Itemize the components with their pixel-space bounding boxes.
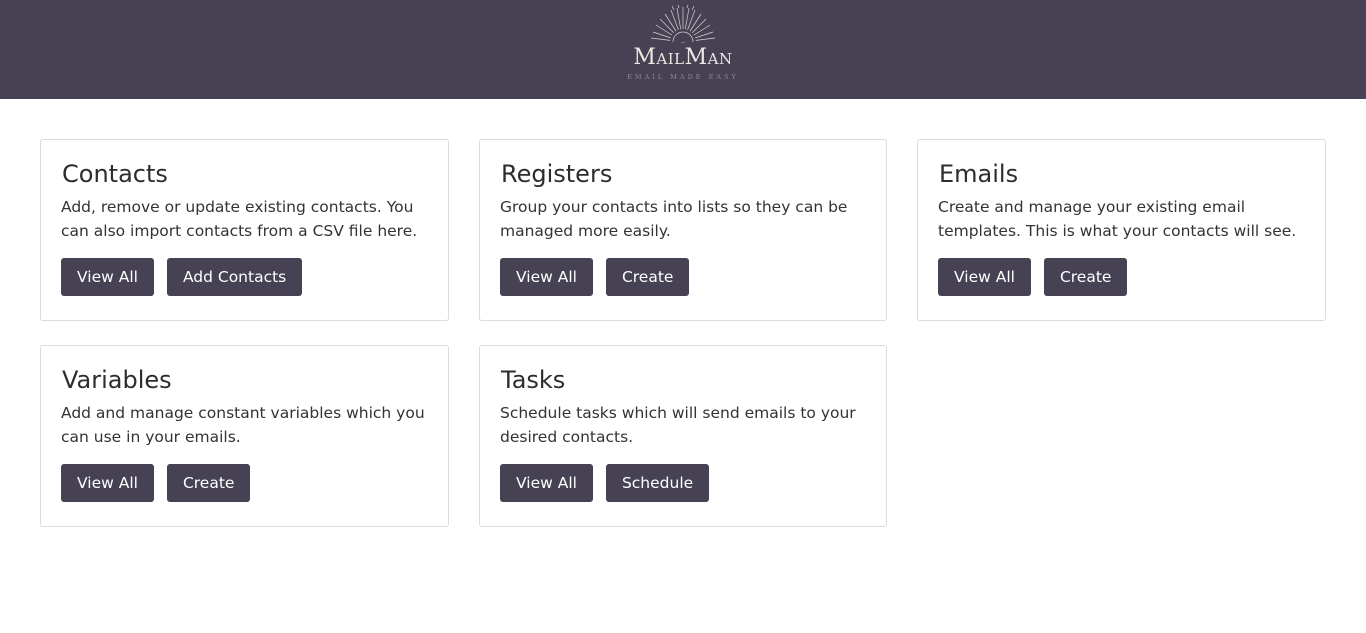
card-description: Add and manage constant variables which … <box>61 404 425 446</box>
view-all-tasks-button[interactable]: View All <box>500 464 593 502</box>
card-actions: View All Create <box>61 464 428 502</box>
card-actions: View All Add Contacts <box>61 258 428 296</box>
card-actions: View All Create <box>938 258 1305 296</box>
card-description: Schedule tasks which will send emails to… <box>500 404 856 446</box>
card-variables: Variables Add and manage constant variab… <box>40 345 449 527</box>
top-header: MailMan EMAIL MADE EASY <box>0 0 1366 99</box>
card-description: Create and manage your existing email te… <box>938 198 1297 240</box>
card-tasks: Tasks Schedule tasks which will send ema… <box>479 345 887 527</box>
brand-tagline: EMAIL MADE EASY <box>627 73 739 81</box>
card-title: Registers <box>501 160 613 188</box>
create-email-button[interactable]: Create <box>1043 258 1128 296</box>
view-all-variables-button[interactable]: View All <box>61 464 154 502</box>
add-contacts-button[interactable]: Add Contacts <box>166 258 303 296</box>
card-description: Add, remove or update existing contacts.… <box>61 198 418 240</box>
card-actions: View All Schedule <box>500 464 866 502</box>
card-contacts: Contacts Add, remove or update existing … <box>40 139 449 321</box>
card-actions: View All Create <box>500 258 866 296</box>
view-all-registers-button[interactable]: View All <box>500 258 593 296</box>
view-all-contacts-button[interactable]: View All <box>61 258 154 296</box>
card-title: Emails <box>939 160 1019 188</box>
schedule-task-button[interactable]: Schedule <box>605 464 710 502</box>
dashboard-grid: Contacts Add, remove or update existing … <box>40 139 1326 527</box>
card-description: Group your contacts into lists so they c… <box>500 198 848 240</box>
card-registers: Registers Group your contacts into lists… <box>479 139 887 321</box>
create-register-button[interactable]: Create <box>605 258 690 296</box>
card-emails: Emails Create and manage your existing e… <box>917 139 1326 321</box>
sunburst-icon <box>650 4 716 43</box>
card-title: Tasks <box>501 366 566 394</box>
card-title: Variables <box>62 366 172 394</box>
create-variable-button[interactable]: Create <box>166 464 251 502</box>
brand-logo[interactable]: MailMan EMAIL MADE EASY <box>0 4 1366 82</box>
brand-name: MailMan <box>633 45 733 70</box>
card-title: Contacts <box>62 160 168 188</box>
view-all-emails-button[interactable]: View All <box>938 258 1031 296</box>
